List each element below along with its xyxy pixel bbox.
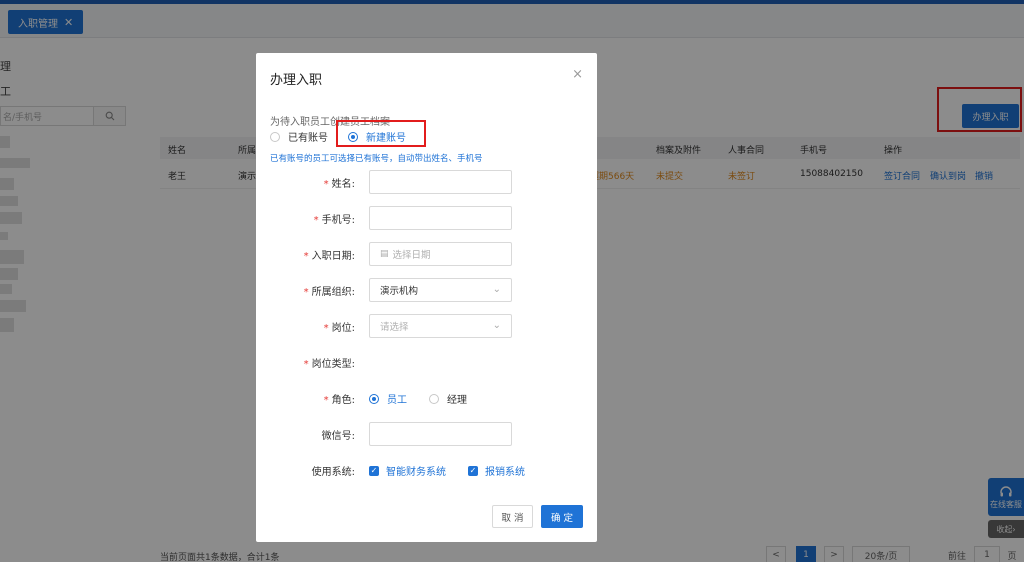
post-type-row: * 岗位类型: bbox=[256, 350, 597, 374]
org-row: * 所属组织: 演示机构 ⌄ bbox=[256, 278, 597, 302]
chevron-down-icon: ⌄ bbox=[492, 284, 501, 295]
org-select[interactable]: 演示机构 ⌄ bbox=[369, 278, 512, 302]
org-value: 演示机构 bbox=[380, 286, 419, 297]
highlight-box bbox=[336, 120, 426, 147]
checkmark-icon: ✓ bbox=[369, 465, 379, 476]
radio-label: 员工 bbox=[387, 395, 407, 406]
post-row: * 岗位: 请选择 ⌄ bbox=[256, 314, 597, 338]
date-picker[interactable]: ▤ 选择日期 bbox=[369, 242, 512, 266]
radio-role-manager[interactable]: 经理 bbox=[429, 391, 467, 406]
checkbox-finance-system[interactable]: ✓ 智能财务系统 bbox=[369, 463, 446, 478]
system-checkbox-group: ✓ 智能财务系统 ✓ 报销系统 bbox=[369, 463, 525, 478]
post-type-label: * 岗位类型: bbox=[303, 359, 355, 370]
close-icon[interactable]: × bbox=[572, 67, 583, 82]
phone-row: * 手机号: bbox=[256, 206, 597, 230]
checkbox-reimburse-system[interactable]: ✓ 报销系统 bbox=[468, 463, 525, 478]
date-label: * 入职日期: bbox=[303, 251, 355, 262]
name-row: * 姓名: bbox=[256, 170, 597, 194]
radio-role-employee[interactable]: 员工 bbox=[369, 391, 407, 406]
account-hint: 已有账号的员工可选择已有账号，自动带出姓名、手机号 bbox=[270, 154, 483, 164]
radio-circle-selected bbox=[369, 393, 379, 404]
radio-label: 经理 bbox=[447, 395, 467, 406]
checkbox-label: 智能财务系统 bbox=[386, 467, 446, 478]
wechat-label: 微信号: bbox=[321, 431, 355, 442]
phone-label: * 手机号: bbox=[313, 215, 355, 226]
phone-input[interactable] bbox=[369, 206, 512, 230]
org-label: * 所属组织: bbox=[303, 287, 355, 298]
checkmark-icon: ✓ bbox=[468, 465, 478, 476]
name-label: * 姓名: bbox=[323, 179, 355, 190]
system-label: 使用系统: bbox=[311, 467, 355, 478]
calendar-icon: ▤ bbox=[380, 249, 389, 259]
dialog-title: 办理入职 bbox=[270, 73, 323, 88]
checkbox-label: 报销系统 bbox=[485, 467, 525, 478]
post-label: * 岗位: bbox=[323, 323, 355, 334]
name-input[interactable] bbox=[369, 170, 512, 194]
role-label: * 角色: bbox=[323, 395, 355, 406]
radio-existing-account[interactable]: 已有账号 bbox=[270, 129, 328, 144]
radio-circle bbox=[429, 393, 439, 404]
date-row: * 入职日期: ▤ 选择日期 bbox=[256, 242, 597, 266]
post-select[interactable]: 请选择 ⌄ bbox=[369, 314, 512, 338]
radio-circle bbox=[270, 131, 280, 142]
role-radio-group: 员工 经理 bbox=[369, 391, 467, 406]
chevron-down-icon: ⌄ bbox=[492, 320, 501, 331]
post-placeholder: 请选择 bbox=[380, 322, 409, 333]
wechat-input[interactable] bbox=[369, 422, 512, 446]
system-row: 使用系统: ✓ 智能财务系统 ✓ 报销系统 bbox=[256, 458, 597, 482]
wechat-row: 微信号: bbox=[256, 422, 597, 446]
confirm-button[interactable]: 确 定 bbox=[541, 505, 583, 528]
role-row: * 角色: 员工 经理 bbox=[256, 386, 597, 410]
cancel-button[interactable]: 取 消 bbox=[492, 505, 533, 528]
radio-label: 已有账号 bbox=[288, 133, 328, 144]
onboarding-dialog: 办理入职 × 为待入职员工创建员工档案 已有账号 新建账号 已有账号的员工可选择… bbox=[256, 53, 597, 542]
date-placeholder: 选择日期 bbox=[392, 250, 431, 261]
